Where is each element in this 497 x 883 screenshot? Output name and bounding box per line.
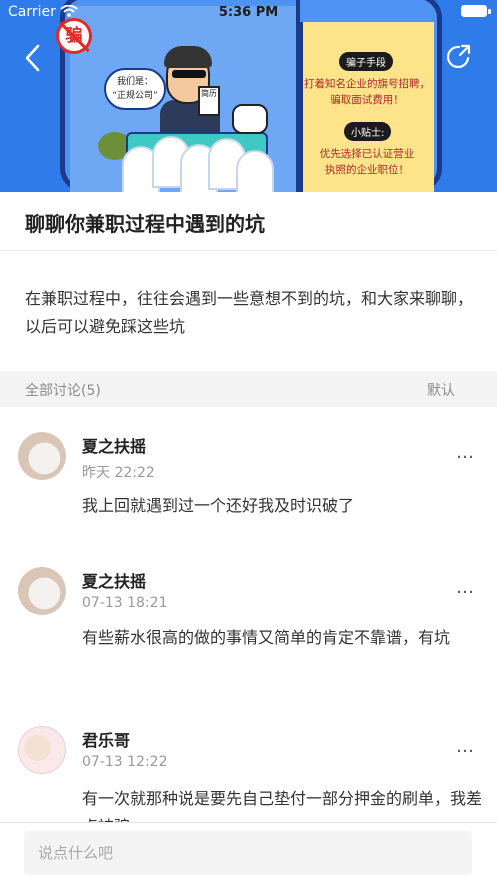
- more-icon[interactable]: …: [456, 442, 475, 463]
- tip-scam-method: 打着知名企业的旗号招聘， 骗取面试费用！: [300, 76, 434, 108]
- more-icon[interactable]: …: [456, 577, 475, 598]
- comment-body: 我上回就遇到过一个还好我及时识破了: [82, 496, 355, 515]
- avatar[interactable]: [18, 567, 66, 615]
- comment-time: 昨天 22:22: [82, 465, 155, 481]
- comment-body: 有些薪水很高的做的事情又简单的肯定不靠谱，有坑: [82, 628, 451, 647]
- discussion-count: 全部讨论(5): [25, 383, 101, 399]
- comment-input[interactable]: [24, 831, 472, 875]
- carrier-label: Carrier: [8, 4, 56, 20]
- comment-author[interactable]: 君乐哥: [82, 727, 130, 751]
- tip-scam-method-line1: 打着知名企业的旗号招聘，: [304, 78, 430, 90]
- comment-author[interactable]: 夏之扶摇: [82, 433, 146, 457]
- tip-scam-method-line2: 骗取面试费用！: [330, 94, 404, 106]
- resume-label: 简历: [201, 89, 217, 98]
- resume-paper: 简历: [198, 86, 220, 116]
- more-icon[interactable]: …: [456, 736, 475, 757]
- speech-bubble-line1: 我们是：: [116, 77, 153, 87]
- crowd-head: [236, 150, 274, 192]
- comment-author[interactable]: 夏之扶摇: [82, 568, 146, 592]
- share-icon[interactable]: [445, 43, 473, 71]
- sort-selector[interactable]: 默认: [427, 380, 455, 400]
- tag-tips: 小贴士:: [344, 122, 392, 141]
- goat-illustration: [232, 104, 268, 134]
- back-arrow-icon[interactable]: [18, 40, 48, 76]
- scam-warning-badge: 骗: [56, 18, 92, 54]
- topic-title: 聊聊你兼职过程中遇到的坑: [25, 212, 265, 236]
- avatar[interactable]: [18, 726, 66, 774]
- recruiter-hair: [164, 46, 212, 68]
- comment-composer: [0, 822, 497, 883]
- discussion-header: 全部讨论(5) 默认: [0, 371, 497, 407]
- tip-advice-line2: 执照的企业职位！: [325, 164, 409, 176]
- divider: [0, 250, 497, 251]
- speech-bubble-line2: “正规公司”: [112, 91, 158, 101]
- battery-tip-icon: [488, 9, 491, 14]
- tip-advice: 优先选择已认证营业 执照的企业职位！: [300, 146, 434, 178]
- battery-icon: [461, 5, 487, 17]
- tag-scam-method: 骗子手段: [339, 52, 393, 71]
- tip-advice-line1: 优先选择已认证营业: [319, 148, 415, 160]
- recruiter-sunglasses: [172, 70, 206, 78]
- comment-time: 07-13 12:22: [82, 754, 168, 770]
- comment-time: 07-13 18:21: [82, 595, 168, 611]
- wifi-icon: [60, 5, 78, 17]
- avatar[interactable]: [18, 432, 66, 480]
- speech-bubble: 我们是： “正规公司”: [104, 68, 166, 110]
- topic-description: 在兼职过程中，往往会遇到一些意想不到的坑，和大家来聊聊，以后可以避免踩这些坑: [25, 289, 474, 336]
